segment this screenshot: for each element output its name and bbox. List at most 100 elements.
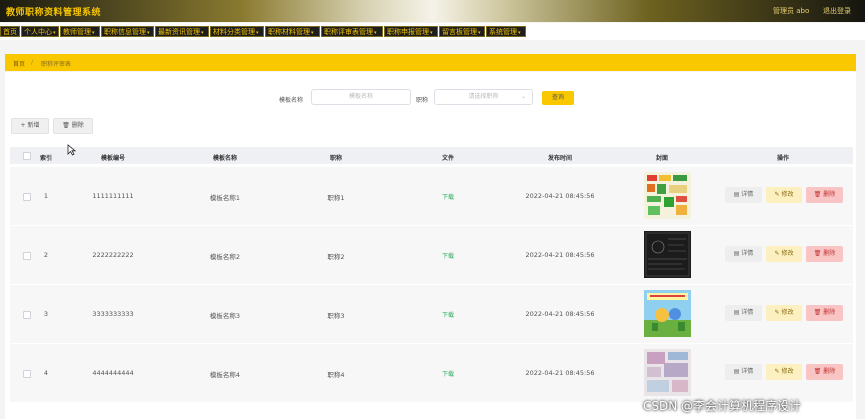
col-cover: 封面 xyxy=(655,155,669,162)
row-index: 2 xyxy=(43,251,49,259)
row-title: 职称3 xyxy=(327,312,345,320)
delete-button[interactable]: 🗑 删除 xyxy=(806,364,843,380)
document-icon: ▤ xyxy=(733,191,740,198)
trash-icon: 🗑 xyxy=(813,368,822,375)
document-icon: ▤ xyxy=(733,309,740,316)
document-icon: ▤ xyxy=(733,250,740,257)
row-title: 职称4 xyxy=(327,371,345,379)
edit-button[interactable]: ✎ 修改 xyxy=(766,305,802,321)
col-index: 索引 xyxy=(39,155,53,162)
row-publish-time: 2022-04-21 08:45:56 xyxy=(525,251,595,259)
chevron-down-icon: ⌄ xyxy=(520,93,526,100)
row-title: 职称1 xyxy=(327,194,345,202)
download-link[interactable]: 下载 xyxy=(442,310,454,319)
pencil-icon: ✎ xyxy=(774,368,780,375)
nav-title-application-management[interactable]: 职称申报管理▾ xyxy=(384,26,438,37)
row-template-code: 2222222222 xyxy=(92,251,134,259)
pencil-icon: ✎ xyxy=(774,309,780,316)
nav-home[interactable]: 首页 xyxy=(0,26,20,37)
logout-link[interactable]: 退出登录 xyxy=(823,6,851,16)
main-panel: 模板名称 模板名称 职称 请选择职称 ⌄ 查询 + 新增 🗑 删除 索引 模板编号… xyxy=(5,72,856,419)
title-bar: 教师职称资料管理系统 管理员 abo 退出登录 xyxy=(0,0,865,22)
cover-image[interactable] xyxy=(644,231,691,278)
select-all-checkbox[interactable] xyxy=(23,152,31,160)
nav-title-info-management[interactable]: 职称信息管理▾ xyxy=(101,26,154,37)
pencil-icon: ✎ xyxy=(774,250,780,257)
app-title: 教师职称资料管理系统 xyxy=(6,8,102,18)
detail-button[interactable]: ▤ 详情 xyxy=(725,305,762,321)
cover-image[interactable] xyxy=(644,290,691,337)
row-template-code: 1111111111 xyxy=(92,192,134,200)
col-actions: 操作 xyxy=(776,155,790,162)
row-publish-time: 2022-04-21 08:45:56 xyxy=(525,192,595,200)
row-publish-time: 2022-04-21 08:45:56 xyxy=(525,310,595,318)
chevron-down-icon: ▾ xyxy=(374,30,377,36)
chevron-down-icon: ▾ xyxy=(311,30,314,36)
breadcrumb-separator: / xyxy=(31,59,34,66)
row-checkbox[interactable] xyxy=(23,370,31,378)
nav-message-board-management[interactable]: 留言板管理▾ xyxy=(439,26,485,37)
chevron-down-icon: ▾ xyxy=(430,30,433,36)
chevron-down-icon: ▾ xyxy=(201,30,204,36)
detail-button[interactable]: ▤ 详情 xyxy=(725,364,762,380)
col-template-name: 模板名称 xyxy=(212,155,238,162)
delete-button[interactable]: 🗑 删除 xyxy=(806,187,843,203)
nav-title-review-management[interactable]: 职称评审表管理▾ xyxy=(321,26,383,37)
row-checkbox[interactable] xyxy=(23,252,31,260)
cover-image[interactable] xyxy=(644,349,691,396)
add-button[interactable]: + 新增 xyxy=(11,118,49,134)
download-link[interactable]: 下载 xyxy=(442,251,454,260)
row-checkbox[interactable] xyxy=(23,311,31,319)
col-title: 职称 xyxy=(329,155,343,162)
batch-delete-button[interactable]: 🗑 删除 xyxy=(53,118,93,134)
row-template-name: 模板名称3 xyxy=(209,312,241,320)
trash-icon: 🗑 xyxy=(62,122,70,129)
title-select[interactable]: 请选择职称 ⌄ xyxy=(434,89,533,105)
download-link[interactable]: 下载 xyxy=(442,192,454,201)
row-publish-time: 2022-04-21 08:45:56 xyxy=(525,369,595,377)
watermark: CSDN @李会计算机程序设计 xyxy=(643,399,802,413)
nav-material-category-management[interactable]: 材料分类管理▾ xyxy=(210,26,264,37)
row-template-name: 模板名称2 xyxy=(209,253,241,261)
template-name-label: 模板名称 xyxy=(279,97,304,104)
edit-button[interactable]: ✎ 修改 xyxy=(766,187,802,203)
row-index: 1 xyxy=(43,192,49,200)
row-template-code: 4444444444 xyxy=(92,369,134,377)
chevron-down-icon: ▾ xyxy=(147,30,150,36)
nav-personal-center[interactable]: 个人中心▾ xyxy=(21,26,59,37)
chevron-down-icon: ▾ xyxy=(478,30,481,36)
search-button[interactable]: 查询 xyxy=(542,91,574,105)
edit-button[interactable]: ✎ 修改 xyxy=(766,364,802,380)
table-row: 3 3333333333 模板名称3 职称3 下载 2022-04-21 08:… xyxy=(10,285,853,343)
row-template-name: 模板名称4 xyxy=(209,371,241,379)
download-link[interactable]: 下载 xyxy=(442,369,454,378)
col-file: 文件 xyxy=(441,155,455,162)
admin-user-label: 管理员 abo xyxy=(773,7,810,15)
title-label: 职称 xyxy=(416,97,429,104)
chevron-down-icon: ▾ xyxy=(92,30,95,36)
cover-image[interactable] xyxy=(644,172,691,219)
breadcrumb-current: 职称评审表 xyxy=(41,61,72,68)
chevron-down-icon: ▾ xyxy=(256,30,259,36)
col-template-code: 模板编号 xyxy=(100,155,126,162)
row-template-code: 3333333333 xyxy=(92,310,134,318)
trash-icon: 🗑 xyxy=(813,191,822,198)
nav-news-management[interactable]: 最新资讯管理▾ xyxy=(155,26,209,37)
delete-button[interactable]: 🗑 删除 xyxy=(806,246,843,262)
nav-system-management[interactable]: 系统管理▾ xyxy=(486,26,526,37)
col-publish-time: 发布时间 xyxy=(547,155,573,162)
breadcrumb-home[interactable]: 首页 xyxy=(13,59,25,68)
chevron-down-icon: ▾ xyxy=(518,30,521,36)
template-name-input[interactable]: 模板名称 xyxy=(311,89,411,105)
table-row: 1 1111111111 模板名称1 职称1 下载 2022-04-21 08:… xyxy=(10,167,853,225)
nav-title-material-management[interactable]: 职称材料管理▾ xyxy=(265,26,320,37)
row-title: 职称2 xyxy=(327,253,345,261)
detail-button[interactable]: ▤ 详情 xyxy=(725,187,762,203)
delete-button[interactable]: 🗑 删除 xyxy=(806,305,843,321)
nav-teacher-management[interactable]: 教师管理▾ xyxy=(60,26,100,37)
chevron-down-icon: ▾ xyxy=(53,30,56,36)
row-checkbox[interactable] xyxy=(23,193,31,201)
edit-button[interactable]: ✎ 修改 xyxy=(766,246,802,262)
detail-button[interactable]: ▤ 详情 xyxy=(725,246,762,262)
table-row: 2 2222222222 模板名称2 职称2 下载 2022-04-21 08:… xyxy=(10,226,853,284)
